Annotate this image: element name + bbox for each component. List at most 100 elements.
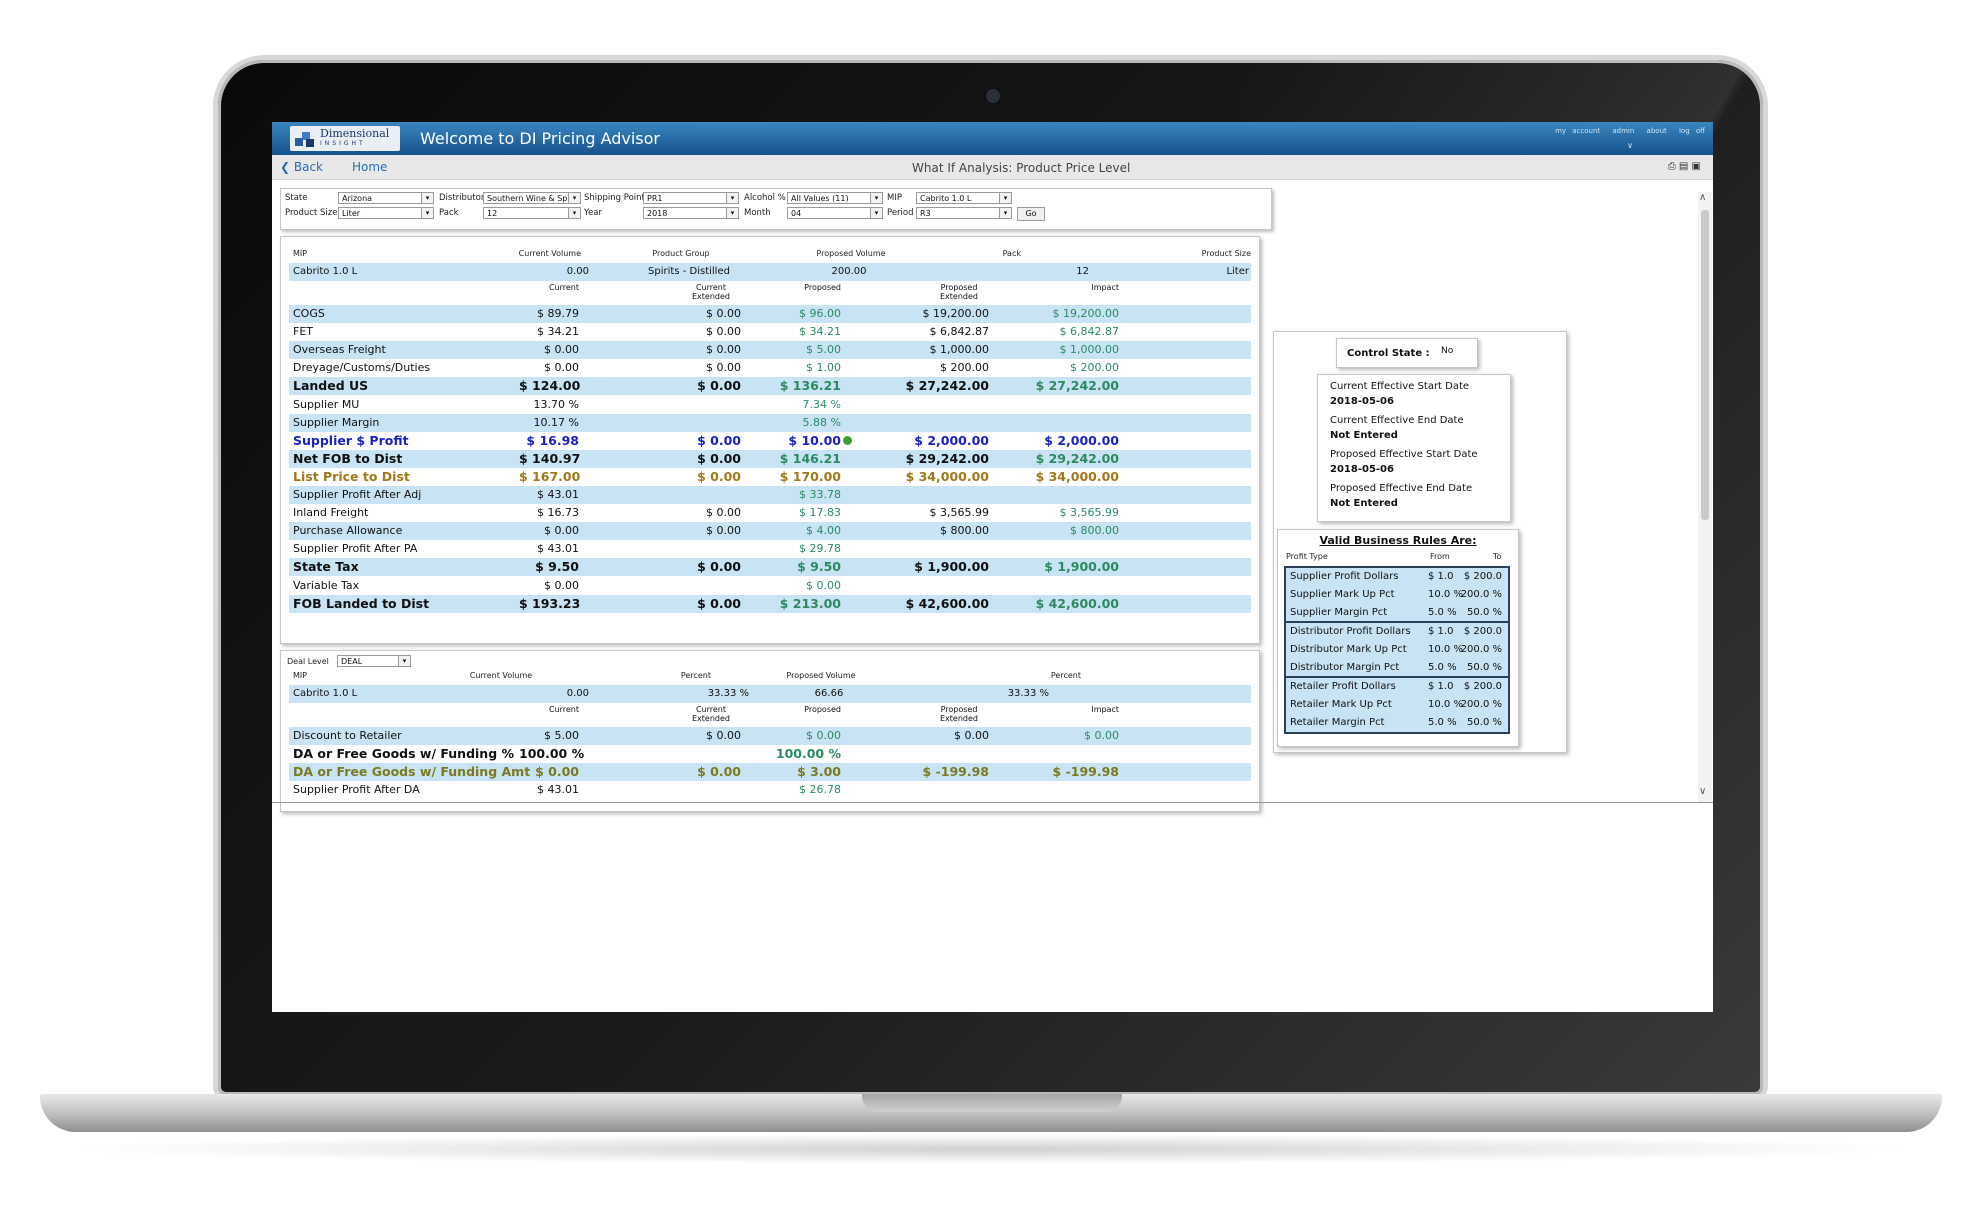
month-select[interactable]: 04 ▾ [787,207,883,219]
deal-summary-header: Percent [1050,671,1081,680]
cell-cur: $ 16.98 [526,432,579,448]
row-label: Dreyage/Customs/Duties [293,361,431,375]
scroll-up-icon[interactable]: ∧ [1699,192,1706,203]
chevron-down-icon[interactable]: ∨ [1627,141,1633,150]
cell-prop: $ 96.00 [799,307,841,320]
deal-row: DA or Free Goods w/ Funding % 100.00 % 100… [289,745,1251,763]
rule-group: Supplier Profit Dollars $ 1.0 $ 200.0 Suppl… [1284,566,1510,624]
column-header: Proposed [804,283,841,292]
rule-to: 200.0 % [1460,589,1502,600]
alcohol-select[interactable]: All Values (11) ▾ [787,192,883,204]
vertical-scrollbar[interactable]: ∧ ∨ [1698,192,1712,802]
period-value: R3 [920,209,931,218]
back-button[interactable]: ❮ Back [280,160,323,174]
deal-summary-header: Proposed Volume [786,671,856,680]
cell-curext: $ 0.00 [697,450,741,466]
deal-cell-cur: 100.00 % [519,746,585,762]
deal-cell-impact: $ -199.98 [1052,764,1119,780]
period-label: Period [887,208,914,218]
deal-cell-propext: $ 0.00 [954,729,989,742]
cell-prop: $ 29.78 [799,542,841,556]
chevron-down-icon: ▾ [870,208,882,218]
rule-to: 200.0 % [1460,644,1502,655]
proposed-start-label: Proposed Effective Start Date [1330,449,1478,460]
deal-row: Discount to Retailer $ 5.00 $ 0.00 $ 0.00 $ … [289,727,1251,745]
summary-header: Pack [1002,249,1021,258]
deal-cell-prop: $ 26.78 [799,783,841,797]
rules-header-to: To [1493,552,1502,561]
deal-column-header: Current Extended [692,705,730,723]
distributor-value: Southern Wine & Spirits [487,194,581,203]
cell-propext: $ 29,242.00 [905,450,989,466]
webcam [986,89,1000,103]
cell-prop: $ 34.21 [799,325,841,339]
current-start-value: 2018-05-06 [1330,396,1394,407]
row: Variable Tax $ 0.00 $ 0.00 [289,577,1251,595]
pdf-icon[interactable]: ▤ [1679,161,1688,172]
page-title: What If Analysis: Product Price Level [912,161,1131,175]
status-ok-icon [843,435,852,445]
export-icons[interactable]: ⎙ ▤ ▣ [1668,161,1701,172]
control-state-box: Control State : No [1336,338,1478,368]
mip-select[interactable]: Cabrito 1.0 L ▾ [916,192,1012,204]
cell-cur: $ 43.01 [537,488,579,501]
deal-cell-impact: $ 0.00 [1084,729,1119,742]
deal-row-label: Supplier Profit After DA [293,783,420,797]
chevron-down-icon: ▾ [999,193,1011,203]
rule-from: $ 1.0 [1428,571,1454,582]
rule-type: Distributor Profit Dollars [1290,626,1411,637]
cell-impact: $ 19,200.00 [1052,307,1119,320]
home-link[interactable]: Home [352,160,387,174]
row-label: Landed US [293,378,369,394]
mip-value: Cabrito 1.0 L [920,194,972,203]
row-label: List Price to Dist [293,468,410,484]
cell-impact: $ 800.00 [1070,524,1119,538]
month-label: Month [744,208,771,218]
row: Supplier Margin 10.17 % 5.88 % [289,413,1251,432]
admin-link[interactable]: admin [1612,127,1634,135]
period-select[interactable]: R3 ▾ [916,207,1012,219]
deal-row-label: DA or Free Goods w/ Funding % [293,746,515,762]
log-off-link[interactable]: log off [1679,127,1705,135]
company-logo[interactable]: Dimensional INSIGHT [290,126,400,151]
rule-from: 5.0 % [1428,717,1457,728]
rules-header-from: From [1430,552,1450,561]
rule-type: Retailer Margin Pct [1290,717,1385,728]
state-select[interactable]: Arizona ▾ [338,192,434,204]
cell-prop: $ 170.00 [779,468,841,484]
proposed-end-label: Proposed Effective End Date [1330,483,1473,494]
distributor-select[interactable]: Southern Wine & Spirits ▾ [483,192,581,204]
year-select[interactable]: 2018 ▾ [643,207,739,219]
deal-cell-curext: $ 0.00 [697,764,741,780]
deal-cell-cur: $ 0.00 [535,764,579,780]
cell-impact: $ 42,600.00 [1035,595,1119,611]
rule-type: Retailer Profit Dollars [1290,681,1396,692]
rule-to: $ 200.0 [1463,626,1502,637]
deal-summary-value: 66.66 [814,688,844,699]
summary-header: Product Size [1201,249,1251,258]
deal-level-select[interactable]: DEAL ▾ [337,655,411,667]
row-label: COGS [293,307,325,320]
print-icon[interactable]: ⎙ [1668,161,1676,172]
chevron-down-icon: ▾ [999,208,1011,218]
row-label: Supplier Margin [293,415,380,429]
rules-header-profit-type: Profit Type [1286,552,1328,561]
cell-prop: $ 146.21 [779,450,841,466]
chevron-down-icon: ▾ [870,193,882,203]
row: Dreyage/Customs/Duties $ 0.00 $ 0.00 $ 1.00… [289,359,1251,377]
my-account-link[interactable]: my account [1555,127,1600,135]
about-link[interactable]: about [1647,127,1667,135]
pack-select[interactable]: 12 ▾ [483,207,581,219]
row-label: Supplier Profit After Adj [293,488,422,501]
cell-prop: $ 136.21 [779,378,841,394]
state-value: Arizona [342,194,373,203]
product-size-select[interactable]: Liter ▾ [338,207,434,219]
summary-value: Liter [1226,266,1249,277]
chevron-down-icon: ▾ [398,656,410,666]
scrollbar-thumb[interactable] [1701,210,1709,520]
scroll-down-icon[interactable]: ∨ [1699,786,1706,797]
go-button[interactable]: Go [1017,207,1045,221]
shipping-point-select[interactable]: PR1 ▾ [643,192,739,204]
row-label: Overseas Freight [293,343,386,357]
lock-icon[interactable]: ▣ [1692,161,1701,172]
